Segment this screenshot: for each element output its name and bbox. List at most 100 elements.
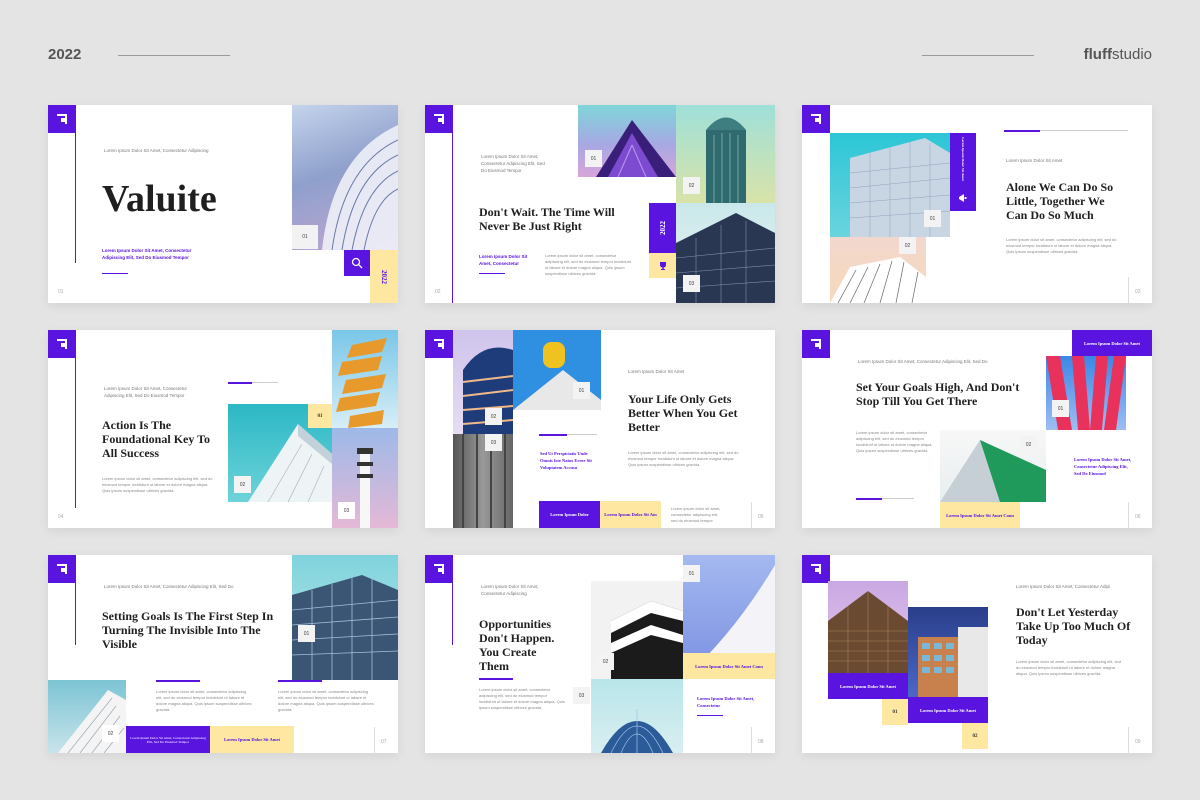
slide-title: Valuite [102,178,217,220]
accent-line [75,133,76,263]
slide-kicker: Lorem Ipsum Dolor Sit Amet, Consectetur … [481,584,539,596]
slide-title: Don't Let Yesterday Take Up Too Much Of … [1016,605,1131,647]
search-button[interactable] [344,250,370,276]
sculpture-photo [332,330,398,428]
slide-title: Action Is The Foundational Key To All Su… [102,418,211,460]
accent-bar [697,715,723,716]
number-tag: 02 [485,408,502,425]
number-tag: 01 [298,625,315,642]
divider [1040,130,1128,131]
trophy-badge [649,253,676,278]
number-tag: 01 [308,404,332,428]
primary-button[interactable]: Lorem Ipsum Dolor Sit Amet [210,726,294,753]
accent-bar [102,273,128,274]
slide-thumbnail-6[interactable]: Lorem Ipsum Dolor Sit Amet, Consectetur … [802,330,1152,528]
slide-thumbnail-7[interactable]: Lorem Ipsum Dolor Sit Amet, Consectetur … [48,555,398,753]
slide-title: Your Life Only Gets Better When You Get … [628,392,738,434]
divider [751,502,752,528]
body-text: Lorem ipsum dolor sit amet, consectetur … [545,253,632,276]
logo-icon [48,330,76,358]
page-number: 04 [58,514,64,520]
slide-kicker: Lorem Ipsum Dolor Sit Amet, Consectetur … [104,584,234,589]
logo-icon [425,330,453,358]
caption-block: Lorem Ipsum Dolor Sit Amet [828,673,908,699]
accent-line [452,583,453,645]
logo-icon [48,555,76,583]
slide-subtitle: Lorem Ipsum Dolor Sit Amet, Consectetur … [102,248,192,260]
page-number: 08 [758,739,764,745]
slide-thumbnail-2[interactable]: Lorem Ipsum Dolor Sit Amet, Consectetur … [425,105,775,303]
number-tag: 02 [1020,436,1037,453]
wooden-building-photo [828,581,908,673]
slide-thumbnail-5[interactable]: 01 02 03 Sed Ut Perspiciatis Unde Omnis … [425,330,775,528]
body-text: Lorem ipsum dolor sit amet, consectetur … [856,430,933,453]
secondary-button[interactable]: Lorem Ipsum Dolor Sit Am [600,501,661,528]
body-text: Lorem ipsum dolor sit amet, consectetur … [479,687,565,710]
number-tag: 02 [962,723,988,749]
number-tag: 03 [573,687,590,704]
divider [567,434,597,435]
slide-kicker: Lorem Ipsum Dolor Sit Amet, Consectetur … [104,386,188,398]
body-text: Lorem ipsum dolor sit amet, consectetur … [102,476,213,493]
info-block: Lorem Ipsum Dolor Sit Amet, Consectetur … [126,726,210,753]
primary-button[interactable]: Lorem Ipsum Dolor Sit Amet Conn [940,502,1020,528]
slide-kicker: Lorem Ipsum Dolor Sit Amet, Consectetur … [104,148,209,153]
brand-logo: fluffstudio [1083,46,1152,63]
megaphone-button[interactable] [950,185,976,211]
slide-thumbnail-1[interactable]: Lorem Ipsum Dolor Sit Amet, Consectetur … [48,105,398,303]
slide-thumbnail-3[interactable]: 01 02 Lorem Ipsum Dolor Sit Amet Lorem I… [802,105,1152,303]
red-pillars-photo [1046,356,1126,430]
logo-icon [425,555,453,583]
body-text: Lorem ipsum dolor sit amet, consectetur … [1016,659,1121,676]
accent-bar [479,273,505,274]
slide-thumbnail-9[interactable]: Lorem Ipsum Dolor Sit Amet 01 Lorem Ipsu… [802,555,1152,753]
accent-line [75,358,76,508]
slide-kicker: Lorem Ipsum Dolor Sit Amet [628,369,685,374]
accent-bar [856,498,882,500]
header-line-left [118,55,230,56]
slide-subtitle: Lorem Ipsum Dolor Sit Amet, Consectetur [697,696,755,708]
number-tag: 03 [338,502,355,519]
number-tag: 01 [683,565,700,582]
divider [751,727,752,753]
number-tag: 01 [292,225,318,249]
slide-thumbnail-4[interactable]: Lorem Ipsum Dolor Sit Amet, Consectetur … [48,330,398,528]
accent-line [75,583,76,645]
accent-bar [156,680,200,682]
number-tag: 01 [573,382,590,399]
accent-bar [1004,130,1040,132]
primary-button[interactable]: Lorem Ipsum Dolor [539,501,600,528]
page-number: 01 [58,289,64,295]
concrete-photo [453,434,513,528]
page-number: 07 [381,739,387,745]
slide-title: Alone We Can Do So Little, Together We C… [1006,180,1114,222]
logo-icon [425,105,453,133]
number-tag: 02 [683,177,700,194]
accent-bar [228,382,252,384]
accent-line [452,133,453,303]
caption-block: Lorem Ipsum Dolor Sit Amet [908,697,988,723]
page-number: 05 [758,514,764,520]
megaphone-icon [959,194,967,202]
logo-icon [48,105,76,133]
divider [252,382,278,383]
slide-thumbnail-8[interactable]: Lorem Ipsum Dolor Sit Amet, Consectetur … [425,555,775,753]
slide-title: Set Your Goals High, And Don't Stop Till… [856,380,1020,408]
body-text: Lorem ipsum dolor sit amet, consectetur … [628,450,739,467]
year-badge: 2022 [370,250,398,303]
slide-subtitle: Sed Ut Perspiciatis Unde Omnis Iste Natu… [540,451,592,470]
page-number: 02 [435,289,441,295]
body-text: Lorem ipsum dolor sit amet, consectetur … [156,689,252,712]
number-tag: 01 [882,699,908,725]
slide-kicker: Lorem Ipsum Dolor Sit Amet, Consectetur … [481,154,545,173]
trophy-icon [659,261,666,270]
divider [1128,277,1129,303]
divider [1128,502,1129,528]
slide-kicker: Lorem Ipsum Dolor Sit Amet, Consectetur … [858,359,988,364]
divider [1128,727,1129,753]
number-tag: 01 [1052,400,1069,417]
accent-bar [539,434,567,436]
vertical-label-block: Lorem Ipsum Dolor Sit Amet [950,133,976,185]
white-facade-photo [48,680,126,753]
header-line-right [922,55,1034,56]
